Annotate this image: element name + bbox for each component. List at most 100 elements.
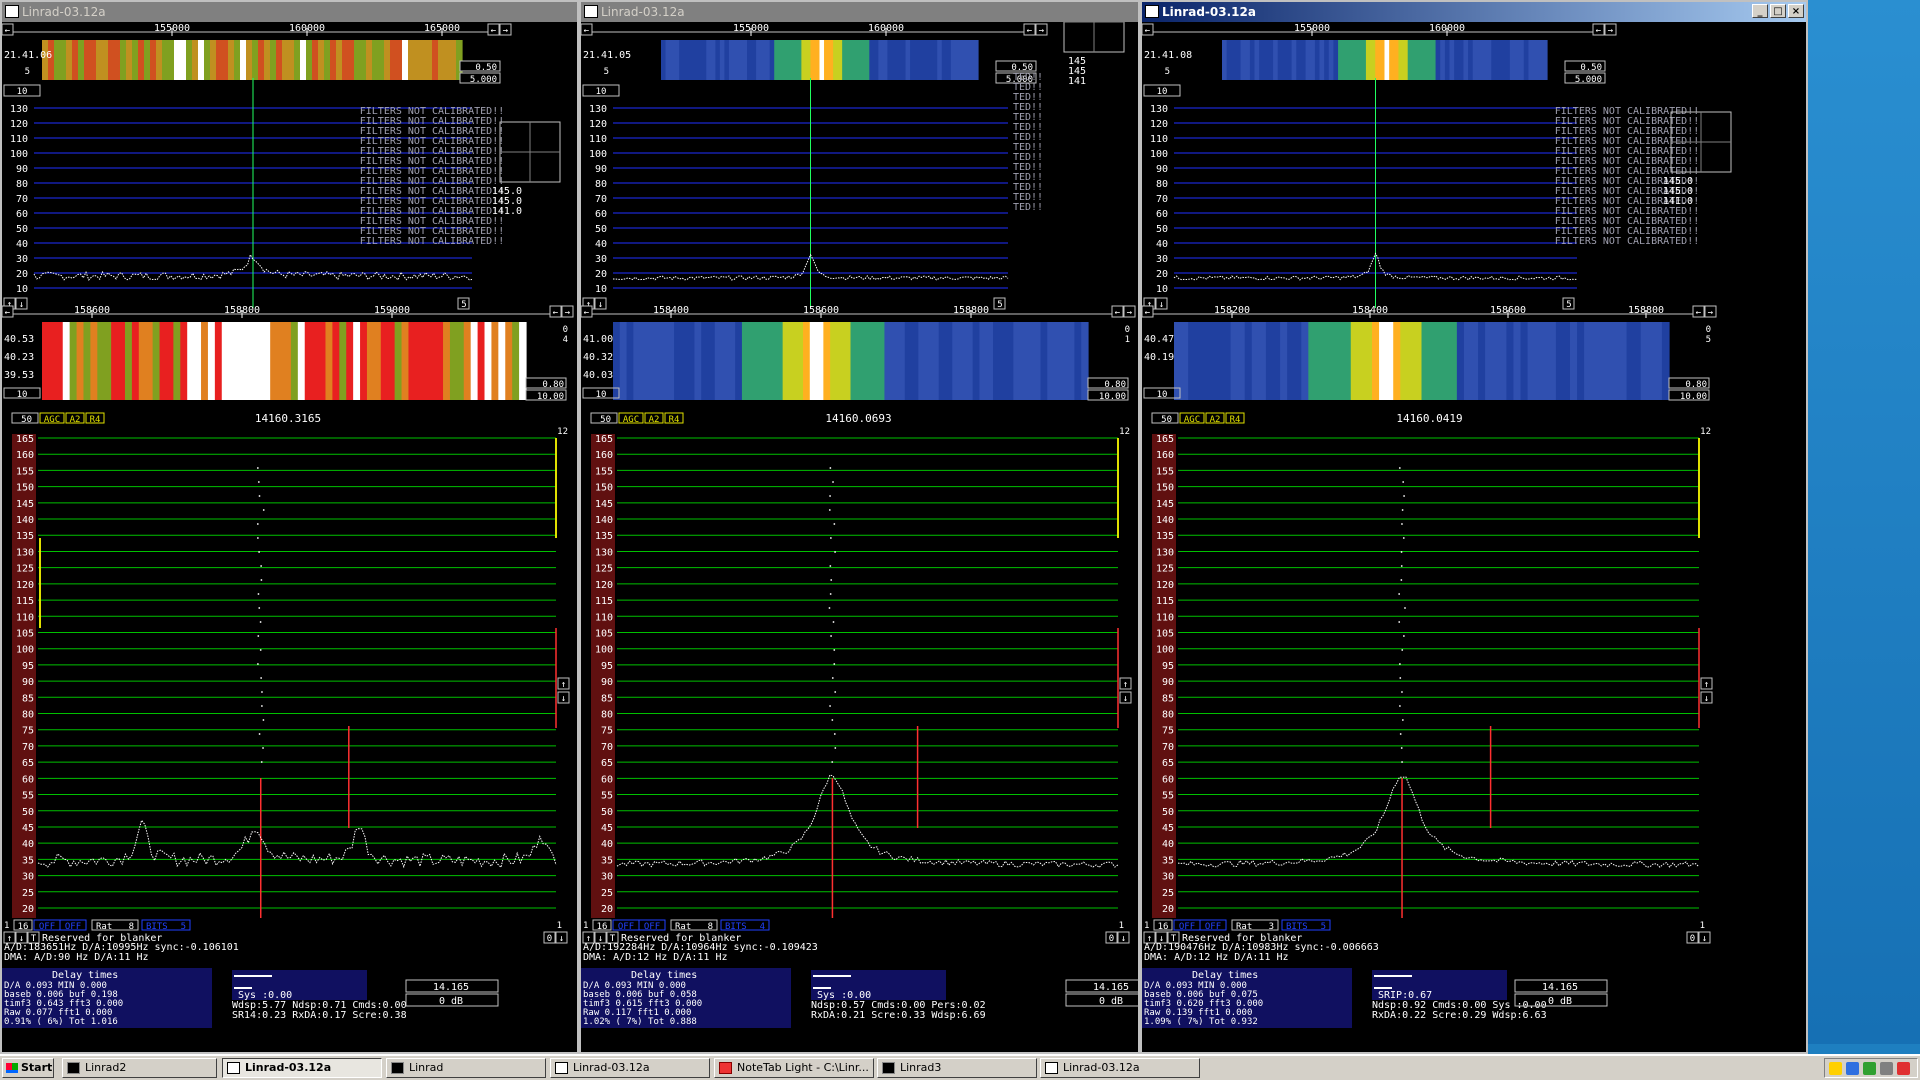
window-titlebar[interactable]: Linrad-03.12a [2,2,577,22]
waterfall-bin [1379,40,1386,80]
peak-hold-dot [831,677,834,679]
waterfall-bin [851,40,857,80]
window-icon [1045,1062,1058,1074]
waterfall-bin [765,40,771,80]
waterfall-bin [923,40,929,80]
waterfall-avg-label: 10 [1157,87,1168,97]
taskbar-item[interactable]: Linrad2 [62,1058,217,1078]
peak-hold-dot [1404,607,1406,609]
spectrum2-ytick-label: 60 [22,774,34,785]
bits-label: BITS [1286,922,1308,932]
off-label-1: OFF [39,922,55,932]
waterfall-bin [354,40,361,80]
waterfall2-zero-value: 10.00 [1680,392,1707,402]
waterfall-bin [952,322,960,400]
waterfall-bin [878,40,884,80]
scroll-left-button-glyph: ← [1027,26,1033,36]
linrad-window-2[interactable]: Linrad-03.12a 155000 160000 ← ← → 21.41.05 5 10… [579,0,1140,1054]
waterfall-bin [1301,322,1309,400]
window-icon [555,1062,568,1074]
linrad-display[interactable]: 155000 160000 165000← ← →21.41.065100.505.00… [2,22,577,1052]
tuned-frequency: 14160.3165 [255,412,321,425]
waterfall-bin [714,322,723,400]
spectrum2-ytick-label: 100 [595,645,613,656]
spectrum1-ytick-label: 100 [1150,149,1168,160]
taskbar-item[interactable]: Linrad-03.12a [222,1058,382,1078]
peak-hold-dot [260,565,263,567]
taskbar-item-label: NoteTab Light - C:\Linr... [737,1061,869,1074]
start-button[interactable]: Start [2,1058,54,1078]
waterfall-bin [1548,322,1557,400]
waterfall-bin [180,40,187,80]
spectrum1-ytick-label: 50 [595,224,607,235]
spectrum2-ytick-label: 30 [1162,872,1174,883]
taskbar-item[interactable]: Linrad-03.12a [550,1058,710,1078]
peak-hold-dot [833,663,836,665]
waterfall-bin [138,40,145,80]
waterfall-bin [1364,322,1373,400]
waterfall-bin [282,40,289,80]
linrad-window-3[interactable]: Linrad-03.12a _ □ × 155000 160000 ← ← → 21.41.0… [1140,0,1808,1054]
taskbar-item[interactable]: Linrad3 [877,1058,1037,1078]
waterfall-bin [1333,40,1339,80]
tray-icon-4[interactable] [1880,1061,1893,1075]
waterfall-bin [1523,40,1530,80]
taskbar-item[interactable]: Linrad-03.12a [1040,1058,1200,1078]
maximize-button[interactable]: □ [1770,4,1786,18]
linrad-display[interactable]: 155000 160000← ← →21.41.055100.505.00013012… [581,2,1138,1052]
waterfall-bin [69,322,78,400]
bottom-right-one: 1 [557,921,562,931]
waterfall-bin [1456,322,1465,400]
peak-hold-dot [829,593,832,595]
spectrum1-ytick-label: 10 [1156,284,1168,295]
spectrum2-ytick-label: 35 [1162,855,1174,866]
waterfall-bin [429,322,437,400]
spectrum2-ytick-label: 25 [1162,888,1174,899]
peak-hold-dot [1401,523,1403,525]
waterfall-bin [1400,322,1408,400]
waterfall-bin [1393,322,1401,400]
spectrum1-corner-label: 5 [461,300,466,310]
tray-icon-5[interactable] [1897,1061,1910,1075]
spectrum2-ytick-label: 110 [1156,612,1174,623]
taskbar-item[interactable]: Linrad [386,1058,546,1078]
spectrum1-ytick-label: 130 [1150,104,1168,115]
db-value: 0 dB [439,996,463,1007]
peak-hold-dot [834,747,837,749]
minimize-button[interactable]: _ [1752,4,1768,18]
waterfall-bin [1273,322,1281,400]
close-button[interactable]: × [1788,4,1804,18]
spectrum2-ytick-label: 65 [1162,758,1174,769]
waterfall-bin [83,322,91,400]
control-a-label: 50 [600,415,611,425]
waterfall-bin [297,322,306,400]
spectrum1-ytick-label: 90 [1156,164,1168,175]
waterfall-bin [796,322,804,400]
window-titlebar[interactable]: Linrad-03.12a [581,2,1138,22]
window-titlebar[interactable]: Linrad-03.12a _ □ × [1142,2,1806,22]
waterfall-bin [1379,322,1387,400]
waterfall-bin [1468,40,1474,80]
control-right-label: 12 [557,427,568,437]
waterfall-bin [1577,322,1585,400]
waterfall-bin [102,40,109,80]
spectrum1-ytick-label: 20 [595,269,607,280]
peak-hold-dot [830,635,832,637]
taskbar-item[interactable]: NoteTab Light - C:\Linr... [714,1058,874,1078]
waterfall-bin [324,40,331,80]
waterfall-bin [932,40,938,80]
linrad-display[interactable]: 155000 160000← ← →21.41.085100.505.00013012… [1142,22,1806,1052]
waterfall-bin [1343,322,1352,400]
tray-icon-3[interactable] [1863,1061,1876,1075]
linrad-window-1[interactable]: Linrad-03.12a 155000 160000 165000 ← ← → 21.41… [0,0,579,1054]
bottom-box-1: 1 [4,921,9,931]
scroll-left-button-glyph: ← [584,26,590,36]
spectrum2-ytick-label: 115 [16,596,34,607]
tray-icon-2[interactable] [1846,1061,1859,1075]
waterfall-bin [396,40,403,80]
waterfall-bin [816,322,824,400]
waterfall-bin [498,322,506,400]
waterfall-bin [701,40,707,80]
tray-icon-1[interactable] [1829,1061,1842,1075]
waterfall-bin [380,322,389,400]
